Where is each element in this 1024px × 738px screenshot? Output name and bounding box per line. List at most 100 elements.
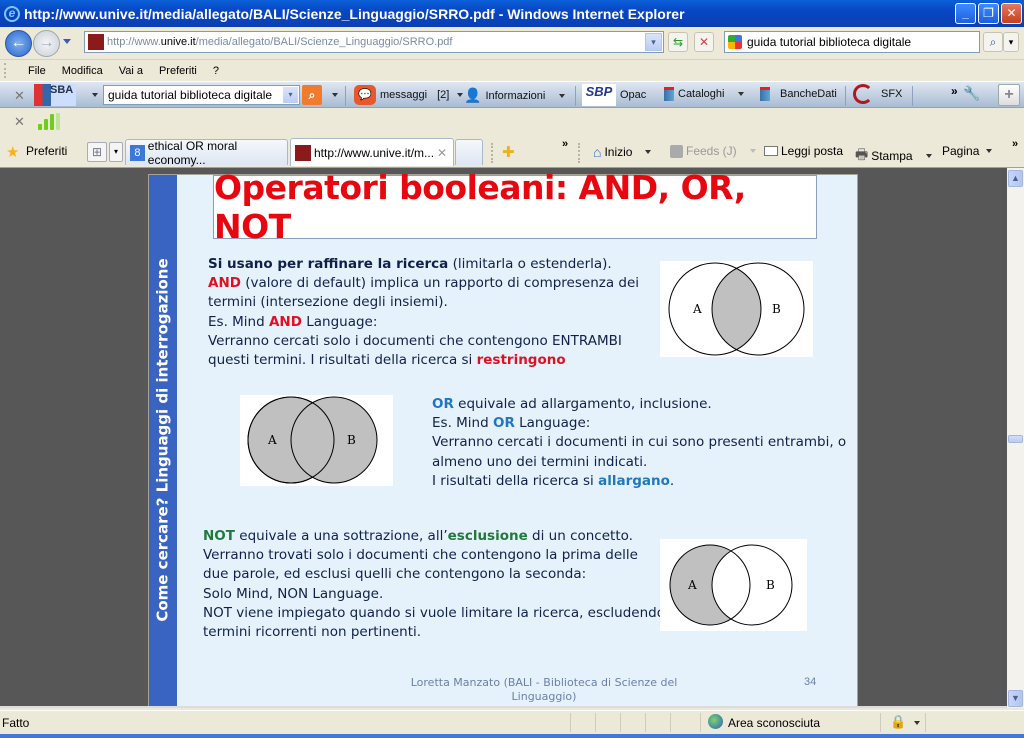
opac-button[interactable]: SBP Opac [582,84,646,106]
quick-tabs-icon[interactable]: ⊞ [87,142,107,162]
security-zone: Area sconosciuta [728,716,821,730]
esclusione-keyword: esclusione [447,528,528,544]
status-bar: Fatto Area sconosciuta 🔒 [0,710,1024,734]
search-options-button[interactable]: ▾ [1003,32,1019,52]
mail-icon [764,146,778,156]
wrench-icon[interactable]: 🔧 [963,85,980,102]
user-info-icon: 👤 [464,87,482,103]
new-tab-button[interactable] [455,139,483,165]
navigation-bar: ← → http://www. unive.it/media/allegato/B… [0,27,1024,60]
favorites-button[interactable]: Preferiti [26,144,67,158]
pdf-viewer: Come cercare? Linguaggi di interrogazion… [0,168,1007,708]
add-to-favorites-icon[interactable]: ✚ [502,143,515,161]
print-dropdown-icon[interactable] [925,154,932,158]
slide-title: Operatori booleani: AND, OR, NOT [214,168,746,246]
messaggi-button[interactable]: 💬 messaggi [2] [354,85,464,105]
venn-not-label-b: B [766,578,775,592]
close-window-button[interactable]: ✕ [1001,3,1022,24]
window-titlebar: e http://www.unive.it/media/allegato/BAL… [0,0,1024,27]
slide-page: Come cercare? Linguaggi di interrogazion… [148,168,858,708]
allargano-keyword: allargano [598,472,670,489]
home-icon: ⌂ [593,144,602,160]
menu-help[interactable]: ? [205,65,227,77]
sbp-logo-icon: SBP [582,84,616,106]
status-text: Fatto [2,716,30,730]
globe-icon [708,714,723,729]
address-dropdown-button[interactable]: ▾ [645,33,662,51]
venn-and-label-a: A [692,302,702,316]
tab-grip [491,143,493,163]
command-grip [578,143,580,163]
messaggi-dropdown-icon[interactable] [457,93,464,97]
toolbar-search-button[interactable]: ⌕ [302,85,322,105]
scroll-up-button[interactable]: ▲ [1008,170,1023,187]
menu-vai-a[interactable]: Vai a [111,65,151,77]
scroll-thumb[interactable] [1008,435,1023,443]
informazioni-button[interactable]: 👤 Informazioni [464,87,566,104]
favorites-star-icon[interactable]: ★ [6,143,19,161]
sfx-label: SFX [881,88,903,100]
feeds-button[interactable]: Feeds (J) [670,144,756,158]
menu-modifica[interactable]: Modifica [54,65,111,77]
menu-bar: File Modifica Vai a Preferiti ? [0,60,1024,81]
banchedati-button[interactable]: BancheDati [760,87,837,101]
toolbar-overflow-button[interactable]: » [951,84,958,98]
printer-icon: 🖶 [855,146,869,162]
banchedati-label: BancheDati [780,88,837,100]
cataloghi-button[interactable]: Cataloghi [664,87,745,101]
menu-grip[interactable] [4,63,6,78]
protected-mode-dropdown-icon[interactable] [914,721,920,725]
history-dropdown-icon[interactable] [63,39,71,44]
back-button[interactable]: ← [5,30,32,57]
tab-list-dropdown[interactable]: ▾ [109,142,123,162]
minimize-button[interactable]: _ [955,3,976,24]
scroll-down-button[interactable]: ▼ [1008,690,1023,707]
protected-mode-icon[interactable]: 🔒 [890,714,906,730]
toolbar2-close-button[interactable]: ✕ [14,114,25,130]
page-dropdown-icon [986,149,993,153]
refresh-button[interactable]: ⇆ [668,32,688,52]
page-menu-button[interactable]: Pagina [942,144,993,158]
restore-button[interactable]: ❐ [978,3,999,24]
address-domain: unive.it [160,36,196,48]
print-button[interactable]: 🖶 Stampa [855,144,932,168]
menu-file[interactable]: File [20,65,54,77]
menu-preferiti[interactable]: Preferiti [151,65,205,77]
add-button[interactable]: + [998,84,1020,106]
page-bottom-edge [0,706,1007,708]
tab-unive-pdf[interactable]: http://www.unive.it/m... ✕ [290,138,454,166]
signal-strength-icon[interactable] [38,113,60,130]
stop-button[interactable]: ✕ [694,32,714,52]
toolbar-search-input[interactable]: guida tutorial biblioteca digitale ▾ [103,85,300,105]
cataloghi-dropdown-icon[interactable] [738,92,745,96]
forward-button[interactable]: → [33,30,60,57]
home-button[interactable]: ⌂ Inizio [593,144,652,160]
informazioni-dropdown-icon[interactable] [559,93,566,98]
restringono-keyword: restringono [476,352,566,369]
search-button[interactable]: ⌕ [983,32,1003,52]
address-bar[interactable]: http://www. unive.it/media/allegato/BALI/… [84,31,664,53]
close-tab-button[interactable]: ✕ [437,146,447,160]
venn-and-label-b: B [772,302,781,316]
tab-overflow-button[interactable]: » [562,138,568,150]
toolbar-close-button[interactable]: ✕ [14,88,25,104]
print-label: Stampa [871,149,913,163]
tab-bar: ★ Preferiti ⊞ ▾ 8 ethical OR moral econo… [0,135,1024,168]
vertical-scrollbar[interactable]: ▲ ▼ [1007,168,1024,708]
sba-dropdown-icon[interactable] [92,93,98,97]
google-favicon-icon: 8 [130,144,145,161]
home-dropdown-icon[interactable] [645,150,652,154]
home-label: Inizio [604,145,633,159]
or-section: OR equivale ad allargamento, inclusione.… [432,396,847,489]
toolbar-search-value: guida tutorial biblioteca digitale [108,88,273,102]
sba-logo[interactable]: SBA [34,84,76,106]
tab-ethical-or-moral-economy[interactable]: 8 ethical OR moral economy... [125,139,288,167]
toolbar-search-dropdown[interactable]: ▾ [283,87,298,103]
feeds-dropdown-icon[interactable] [749,149,756,153]
read-mail-button[interactable]: Leggi posta [764,144,843,158]
sfx-button[interactable]: SFX [853,84,902,104]
page-label: Pagina [942,144,980,158]
search-input[interactable]: guida tutorial biblioteca digitale [724,31,980,53]
command-overflow-button[interactable]: » [1012,138,1018,150]
toolbar-search-dropdown-icon[interactable] [332,93,338,97]
